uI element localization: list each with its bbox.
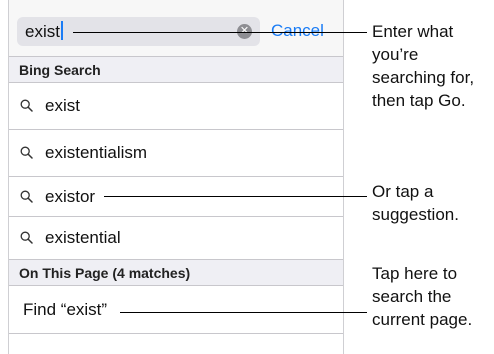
suggestion-label: exist — [45, 96, 80, 115]
callout-leader-suggestion — [104, 196, 367, 197]
safari-search-panel: exist ✕ Cancel Bing Search exist existen… — [8, 0, 344, 354]
find-on-page-row[interactable]: Find “exist” — [9, 286, 343, 334]
callout-leader-search — [73, 32, 367, 33]
bing-search-header: Bing Search — [9, 57, 343, 83]
magnifier-icon — [20, 99, 33, 112]
callout-leader-find — [120, 312, 367, 313]
cancel-button[interactable]: Cancel — [271, 20, 324, 41]
search-bar: exist ✕ Cancel — [9, 0, 343, 57]
magnifier-icon — [20, 231, 33, 244]
callout-suggestion-instructions: Or tap a suggestion. — [372, 182, 459, 224]
suggestion-row[interactable]: exist — [9, 83, 343, 130]
suggestion-row[interactable]: existor — [9, 177, 343, 217]
suggestion-row[interactable]: existential — [9, 217, 343, 260]
suggestion-label: existentialism — [45, 143, 148, 162]
callout-search-instructions: Enter what you’re searching for, then ta… — [372, 22, 475, 110]
suggestion-row[interactable]: existentialism — [9, 130, 343, 177]
find-on-page-label: Find “exist” — [23, 300, 108, 319]
suggestion-label: existor — [45, 186, 96, 206]
text-caret — [60, 21, 63, 40]
suggestion-label: existential — [45, 228, 121, 247]
magnifier-icon — [20, 190, 33, 203]
callout-find-instructions: Tap here to search the current page. — [372, 264, 473, 329]
on-this-page-header: On This Page (4 matches) — [9, 260, 343, 286]
magnifier-icon — [20, 146, 33, 159]
search-query-text: exist — [25, 21, 63, 42]
